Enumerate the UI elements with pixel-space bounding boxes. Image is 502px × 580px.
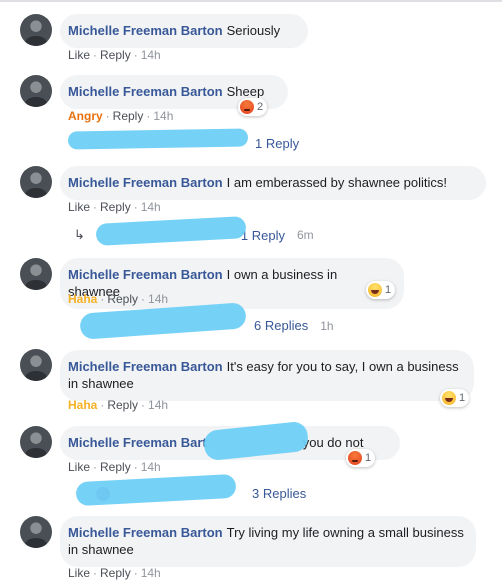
comment-actions: Like · Reply · 14h bbox=[68, 460, 161, 474]
comment-bubble: Michelle Freeman Barton Try living my lif… bbox=[60, 516, 476, 567]
avatar[interactable] bbox=[20, 349, 52, 381]
comment-actions: Like · Reply · 14h bbox=[68, 566, 161, 580]
comment-author[interactable]: Michelle Freeman Bart bbox=[68, 435, 207, 450]
comment-actions: Like · Reply · 14h bbox=[68, 200, 161, 214]
comment-bubble: Michelle Freeman Barton I am emberassed b… bbox=[60, 166, 486, 200]
avatar[interactable] bbox=[20, 426, 52, 458]
comment-actions: Haha · Reply · 14h bbox=[68, 398, 169, 412]
reply-arrow-icon: ↳ bbox=[74, 227, 85, 242]
like-link[interactable]: Like bbox=[68, 566, 90, 580]
reaction-summary[interactable]: 1 bbox=[440, 389, 470, 407]
angry-emoji-icon bbox=[348, 451, 362, 465]
timestamp[interactable]: 14h bbox=[148, 398, 168, 412]
reaction-count: 1 bbox=[459, 392, 466, 404]
timestamp[interactable]: 14h bbox=[141, 48, 161, 62]
timestamp[interactable]: 14h bbox=[141, 200, 161, 214]
comment-text: Seriously bbox=[226, 23, 281, 38]
comment-text: you do not bbox=[302, 435, 364, 450]
comment-actions: Haha · Reply · 14h bbox=[68, 292, 169, 306]
reply-link[interactable]: Reply bbox=[113, 109, 144, 123]
comment-actions: Angry · Reply · 14h bbox=[68, 109, 174, 123]
replies-count[interactable]: 6 Replies bbox=[254, 318, 308, 333]
comment-author[interactable]: Michelle Freeman Barton bbox=[68, 84, 223, 99]
angry-link[interactable]: Angry bbox=[68, 109, 103, 123]
reaction-summary[interactable]: 1 bbox=[346, 449, 376, 467]
avatar[interactable] bbox=[20, 75, 52, 107]
replies-time: 1h bbox=[320, 318, 334, 333]
redaction-scribble bbox=[75, 473, 237, 507]
comment-actions: Like · Reply · 14h bbox=[68, 48, 161, 62]
haha-link[interactable]: Haha bbox=[68, 292, 97, 306]
like-link[interactable]: Like bbox=[68, 200, 90, 214]
view-replies-link[interactable]: 6 Replies 1h bbox=[254, 318, 334, 333]
replies-time: 6m bbox=[296, 228, 314, 242]
haha-link[interactable]: Haha bbox=[68, 398, 97, 412]
redaction-scribble bbox=[67, 128, 249, 150]
replies-count[interactable]: 1 Reply bbox=[241, 228, 285, 243]
comment-author[interactable]: Michelle Freeman Barton bbox=[68, 525, 223, 540]
avatar[interactable] bbox=[20, 14, 52, 46]
comment-author[interactable]: Michelle Freeman Barton bbox=[68, 23, 223, 38]
comment-bubble: Michelle Freeman Barton Seriously bbox=[60, 14, 308, 48]
avatar[interactable] bbox=[20, 516, 52, 548]
avatar[interactable] bbox=[20, 166, 52, 198]
reply-link[interactable]: Reply bbox=[107, 398, 138, 412]
view-replies-link[interactable]: 1 Reply bbox=[255, 136, 299, 151]
reaction-summary[interactable]: 2 bbox=[238, 98, 268, 116]
comment-author[interactable]: Michelle Freeman Barton bbox=[68, 359, 223, 374]
reply-link[interactable]: Reply bbox=[100, 566, 131, 580]
angry-emoji-icon bbox=[240, 100, 254, 114]
top-divider bbox=[0, 0, 502, 2]
like-link[interactable]: Like bbox=[68, 48, 90, 62]
comment-text: I am emberassed by shawnee politics! bbox=[226, 175, 447, 190]
avatar[interactable] bbox=[20, 258, 52, 290]
replies-count[interactable]: 1 Reply bbox=[255, 136, 299, 151]
reaction-summary[interactable]: 1 bbox=[366, 281, 396, 299]
reaction-count: 2 bbox=[257, 101, 264, 113]
reply-link[interactable]: Reply bbox=[107, 292, 138, 306]
reaction-count: 1 bbox=[385, 284, 392, 296]
timestamp[interactable]: 14h bbox=[141, 460, 161, 474]
reply-link[interactable]: Reply bbox=[100, 460, 131, 474]
timestamp[interactable]: 14h bbox=[148, 292, 168, 306]
reaction-count: 1 bbox=[365, 452, 372, 464]
haha-emoji-icon bbox=[442, 391, 456, 405]
reply-link[interactable]: Reply bbox=[100, 200, 131, 214]
timestamp[interactable]: 14h bbox=[153, 109, 173, 123]
comment-author[interactable]: Michelle Freeman Barton bbox=[68, 175, 223, 190]
reply-link[interactable]: Reply bbox=[100, 48, 131, 62]
comment-author[interactable]: Michelle Freeman Barton bbox=[68, 267, 223, 282]
comment-bubble: Michelle Freeman Barton It's easy for you… bbox=[60, 350, 474, 401]
like-link[interactable]: Like bbox=[68, 460, 90, 474]
comment-text: Sheep bbox=[226, 84, 265, 99]
timestamp[interactable]: 14h bbox=[141, 566, 161, 580]
haha-emoji-icon bbox=[368, 283, 382, 297]
replies-count[interactable]: 3 Replies bbox=[252, 486, 306, 501]
